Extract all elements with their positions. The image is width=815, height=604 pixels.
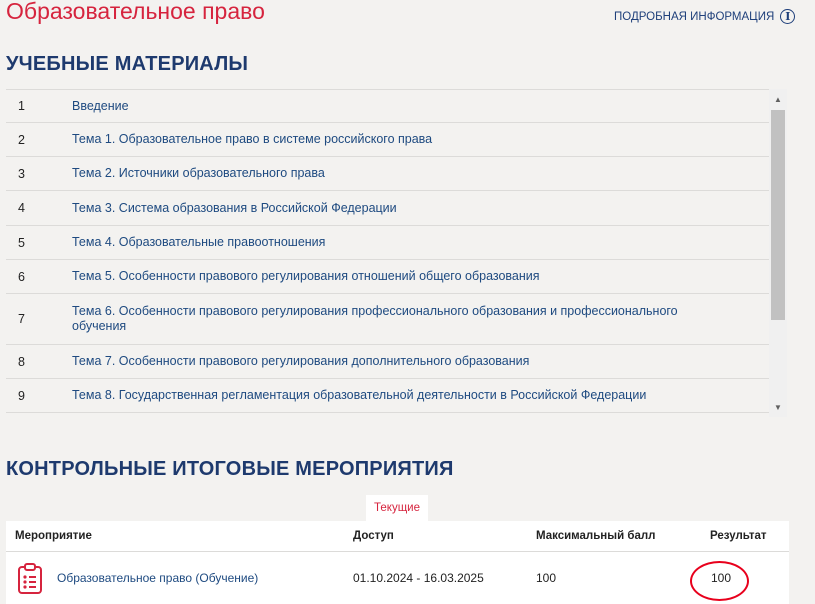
event-link[interactable]: Образовательное право (Обучение): [57, 571, 258, 585]
events-table: Мероприятие Доступ Максимальный балл Рез…: [6, 521, 789, 604]
result-highlight-circle: [690, 561, 749, 601]
material-link[interactable]: Тема 1. Образовательное право в системе …: [72, 132, 472, 147]
materials-scrollbar[interactable]: ▲ ▼: [769, 89, 787, 417]
material-link[interactable]: Тема 3. Система образования в Российской…: [72, 201, 437, 216]
info-icon[interactable]: i: [780, 9, 796, 24]
column-header-result: Результат: [710, 530, 767, 542]
material-number: 5: [18, 235, 25, 250]
tab-current[interactable]: Текущие: [366, 495, 428, 521]
material-number: 4: [18, 201, 25, 215]
column-header-event: Мероприятие: [15, 530, 92, 542]
more-info-link[interactable]: ПОДРОБНАЯ ИНФОРМАЦИЯ i: [614, 9, 796, 24]
material-row[interactable]: 1 Введение: [6, 89, 769, 123]
material-row[interactable]: 5 Тема 4. Образовательные правоотношения: [6, 226, 769, 260]
material-link[interactable]: Тема 2. Источники образовательного права: [72, 166, 365, 181]
material-number: 6: [18, 269, 25, 284]
material-row[interactable]: 8 Тема 7. Особенности правового регулиро…: [6, 345, 769, 379]
material-row[interactable]: 4 Тема 3. Система образования в Российск…: [6, 191, 769, 226]
event-max-score: 100: [536, 571, 557, 585]
materials-panel: 1 Введение 2 Тема 1. Образовательное пра…: [6, 89, 787, 417]
material-link[interactable]: Тема 4. Образовательные правоотношения: [72, 235, 365, 250]
material-link[interactable]: Тема 5. Особенности правового регулирова…: [72, 269, 580, 284]
material-row[interactable]: 7 Тема 6. Особенности правового регулиро…: [6, 294, 769, 345]
material-number: 8: [18, 354, 25, 369]
material-row[interactable]: 9 Тема 8. Государственная регламентация …: [6, 379, 769, 413]
scroll-down-arrow-icon[interactable]: ▼: [769, 399, 787, 415]
material-link[interactable]: Тема 6. Особенности правового регулирова…: [72, 304, 769, 334]
events-table-header: Мероприятие Доступ Максимальный балл Рез…: [6, 521, 789, 552]
scrollbar-thumb[interactable]: [771, 110, 785, 320]
events-heading: КОНТРОЛЬНЫЕ ИТОГОВЫЕ МЕРОПРИЯТИЯ: [6, 458, 454, 480]
column-header-max-score: Максимальный балл: [536, 530, 656, 542]
table-row: Образовательное право (Обучение) 01.10.2…: [6, 552, 789, 604]
material-link[interactable]: Введение: [72, 99, 169, 114]
material-link[interactable]: Тема 8. Государственная регламентация об…: [72, 388, 686, 403]
event-access-dates: 01.10.2024 - 16.03.2025: [353, 571, 484, 585]
material-number: 9: [18, 388, 25, 403]
materials-heading: УЧЕБНЫЕ МАТЕРИАЛЫ: [6, 53, 249, 75]
materials-list: 1 Введение 2 Тема 1. Образовательное пра…: [6, 89, 769, 413]
material-number: 7: [18, 312, 25, 326]
material-number: 1: [18, 99, 25, 113]
material-number: 2: [18, 132, 25, 147]
clipboard-list-icon: [18, 563, 42, 594]
more-info-label: ПОДРОБНАЯ ИНФОРМАЦИЯ: [614, 10, 775, 23]
material-number: 3: [18, 166, 25, 181]
material-row[interactable]: 2 Тема 1. Образовательное право в систем…: [6, 123, 769, 157]
scroll-up-arrow-icon[interactable]: ▲: [769, 91, 787, 107]
page-title: Образовательное право: [6, 0, 265, 24]
column-header-access: Доступ: [353, 530, 394, 542]
material-row[interactable]: 3 Тема 2. Источники образовательного пра…: [6, 157, 769, 191]
material-row[interactable]: 6 Тема 5. Особенности правового регулиро…: [6, 260, 769, 294]
material-link[interactable]: Тема 7. Особенности правового регулирова…: [72, 354, 569, 369]
